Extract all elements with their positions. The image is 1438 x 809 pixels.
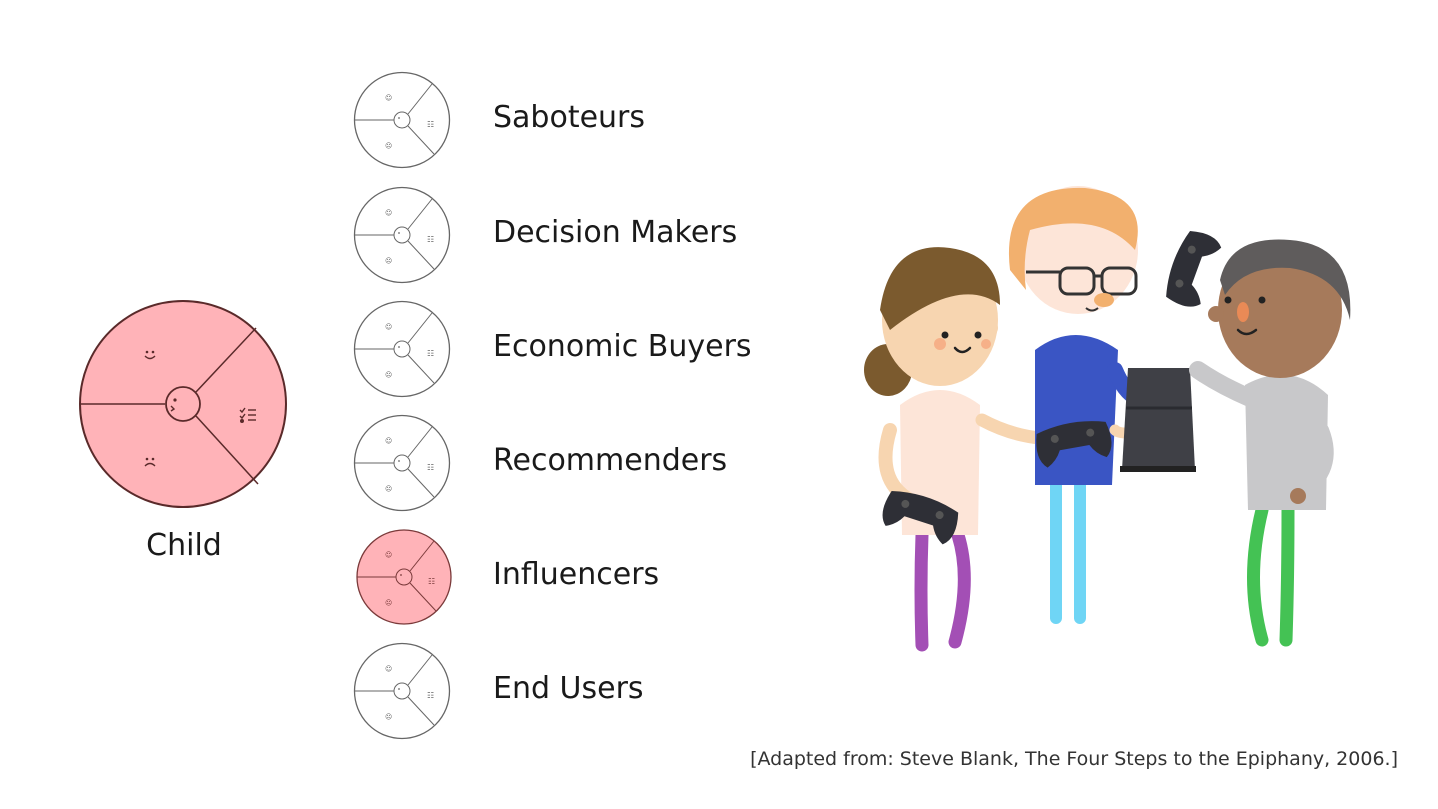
- profile-mini-icon: ☺ ☹ ☷: [353, 300, 451, 398]
- role-label: Economic Buyers: [493, 329, 752, 364]
- svg-text:☷: ☷: [428, 577, 435, 586]
- profile-mini-icon: ☺ ☹ ☷: [353, 186, 451, 284]
- svg-text:☹: ☹: [385, 142, 392, 150]
- role-label: Influencers: [493, 557, 660, 592]
- role-label: Decision Makers: [493, 215, 738, 250]
- profile-mini-icon-highlighted: ☺ ☹ ☷: [356, 529, 452, 625]
- role-row-economic-buyers: ☺ ☹ ☷ Economic Buyers: [352, 299, 832, 399]
- three-people-with-game-controllers-illustration: [850, 180, 1370, 664]
- svg-text:☺: ☺: [385, 551, 392, 559]
- svg-text:☷: ☷: [427, 120, 434, 129]
- role-label: Saboteurs: [493, 100, 646, 135]
- game-controller-icon: [1166, 230, 1222, 307]
- svg-text:☺: ☺: [385, 665, 392, 673]
- svg-text:☷: ☷: [427, 691, 434, 700]
- profile-mini-icon: ☺ ☹ ☷: [353, 642, 451, 740]
- role-row-end-users: ☺ ☹ ☷ End Users: [352, 641, 832, 741]
- svg-text:☹: ☹: [385, 257, 392, 265]
- role-row-decision-makers: ☺ ☹ ☷ Decision Makers: [352, 185, 832, 285]
- svg-text:☺: ☺: [385, 437, 392, 445]
- boy-figure: [1189, 239, 1351, 647]
- role-row-recommenders: ☺ ☹ ☷ Recommenders: [352, 413, 832, 513]
- svg-text:☹: ☹: [385, 371, 392, 379]
- svg-text:☺: ☺: [385, 209, 392, 217]
- profile-mini-icon: ☺ ☹ ☷: [353, 71, 451, 169]
- role-row-saboteurs: ☺ ☹ ☷ Saboteurs: [352, 70, 832, 170]
- svg-text:☺: ☺: [385, 323, 392, 331]
- svg-text:☷: ☷: [427, 463, 434, 472]
- svg-text:☷: ☷: [427, 349, 434, 358]
- svg-text:☺: ☺: [385, 94, 392, 102]
- main-profile: Child: [78, 300, 290, 563]
- game-console-icon: [1120, 368, 1196, 472]
- profile-label: Child: [146, 528, 222, 563]
- svg-text:☹: ☹: [385, 599, 392, 607]
- svg-text:☹: ☹: [385, 485, 392, 493]
- role-label: Recommenders: [493, 443, 728, 478]
- profile-mini-icon: ☺ ☹ ☷: [353, 414, 451, 512]
- girl-figure: [864, 247, 1047, 652]
- role-label: End Users: [493, 671, 644, 706]
- profile-circle-diagram: [79, 300, 287, 508]
- role-row-influencers: ☺ ☹ ☷ Influencers: [352, 527, 832, 627]
- svg-text:☹: ☹: [385, 713, 392, 721]
- citation: [Adapted from: Steve Blank, The Four Ste…: [750, 748, 1398, 770]
- svg-text:☷: ☷: [427, 235, 434, 244]
